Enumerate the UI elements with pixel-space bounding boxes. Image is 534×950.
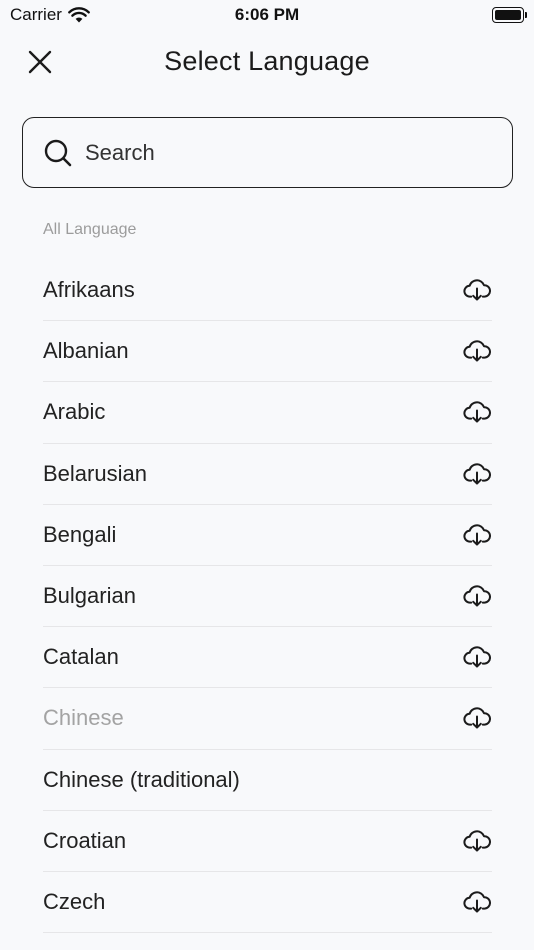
language-item[interactable]: Croatian bbox=[43, 811, 492, 872]
search-box[interactable] bbox=[22, 117, 513, 188]
cloud-download-icon[interactable] bbox=[463, 278, 491, 302]
language-item[interactable]: Arabic bbox=[43, 382, 492, 444]
language-name: Chinese (traditional) bbox=[43, 766, 240, 792]
cloud-download-icon[interactable] bbox=[463, 584, 491, 608]
section-label: All Language bbox=[43, 221, 137, 238]
search-input[interactable] bbox=[85, 139, 485, 166]
language-name: Bengali bbox=[43, 521, 117, 547]
language-item[interactable]: Czech bbox=[43, 872, 492, 934]
status-right bbox=[492, 7, 527, 23]
status-bar: Carrier 6:06 PM bbox=[0, 0, 534, 30]
cloud-download-icon[interactable] bbox=[463, 645, 491, 669]
language-name: Belarusian bbox=[43, 460, 147, 486]
cloud-download-icon[interactable] bbox=[463, 462, 491, 486]
close-button[interactable] bbox=[22, 44, 58, 80]
cloud-download-icon[interactable] bbox=[463, 706, 491, 730]
language-name: Afrikaans bbox=[43, 277, 135, 303]
language-name: Albanian bbox=[43, 338, 129, 364]
language-item[interactable]: Albanian bbox=[43, 321, 492, 383]
language-item[interactable]: Bulgarian bbox=[43, 566, 492, 628]
language-name: Czech bbox=[43, 888, 106, 914]
language-name: Chinese bbox=[43, 705, 124, 731]
status-time: 6:06 PM bbox=[234, 5, 300, 24]
cloud-download-icon[interactable] bbox=[463, 339, 491, 363]
search-icon bbox=[44, 139, 72, 166]
language-select-screen: Carrier 6:06 PM Select Language Search A… bbox=[0, 0, 534, 950]
battery-level bbox=[495, 10, 521, 20]
cloud-download-icon[interactable] bbox=[463, 400, 491, 424]
language-item[interactable]: Chinese (traditional) bbox=[43, 750, 492, 811]
language-item[interactable]: Belarusian bbox=[43, 444, 492, 505]
language-name: Arabic bbox=[43, 399, 106, 425]
cloud-download-icon[interactable] bbox=[463, 829, 491, 853]
cloud-download-icon[interactable] bbox=[463, 890, 491, 914]
language-item[interactable]: Afrikaans bbox=[43, 260, 492, 322]
cloud-download-icon[interactable] bbox=[463, 523, 491, 547]
nav-bar: Select Language bbox=[0, 30, 534, 92]
page-title: Select Language bbox=[164, 45, 370, 76]
battery-icon bbox=[492, 7, 527, 23]
language-list: Afrikaans Albanian Arabic Belarusian Bengali… bbox=[43, 260, 492, 934]
language-item[interactable]: Chinese bbox=[43, 688, 492, 750]
language-item[interactable]: Bengali bbox=[43, 505, 492, 566]
language-name: Bulgarian bbox=[43, 583, 136, 609]
language-name: Catalan bbox=[43, 644, 119, 670]
language-item[interactable]: Catalan bbox=[43, 627, 492, 689]
close-icon bbox=[28, 50, 52, 74]
language-name: Croatian bbox=[43, 827, 127, 853]
